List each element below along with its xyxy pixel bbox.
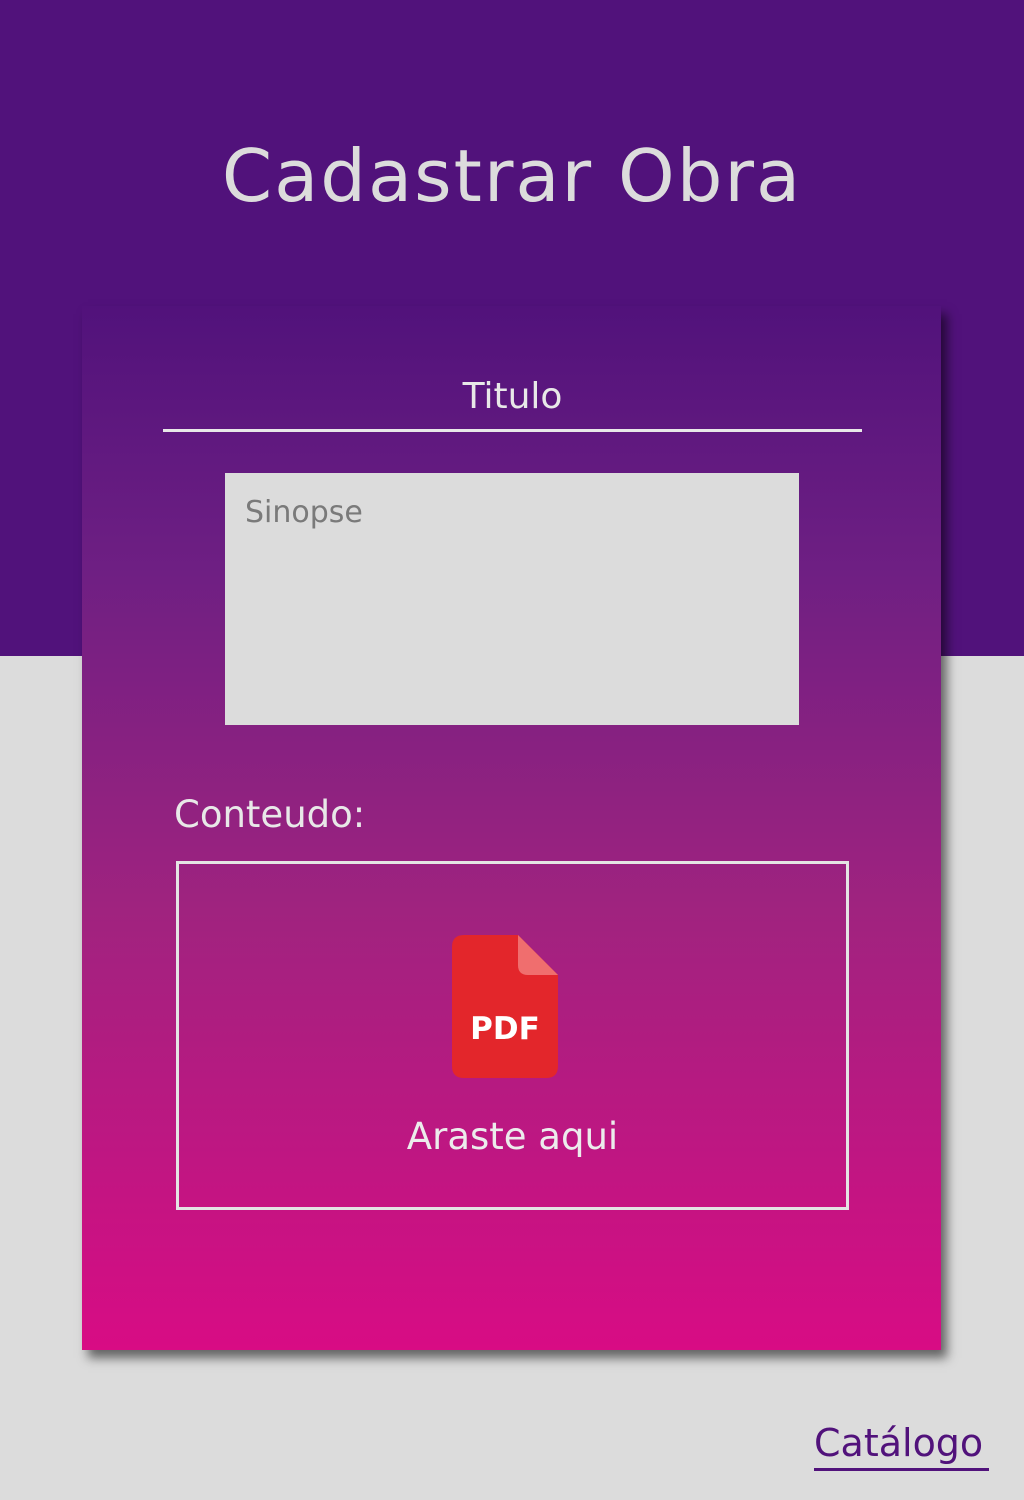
pdf-dropzone[interactable]: PDF Araste aqui xyxy=(176,861,849,1210)
register-form-card: Conteudo: PDF Araste aqui xyxy=(82,306,941,1350)
content-label: Conteudo: xyxy=(174,793,366,836)
title-input[interactable] xyxy=(163,364,862,432)
synopsis-textarea[interactable] xyxy=(225,473,799,725)
catalog-link[interactable]: Catálogo xyxy=(814,1418,990,1471)
pdf-icon-text: PDF xyxy=(470,1011,540,1047)
page-title: Cadastrar Obra xyxy=(221,134,803,218)
dropzone-label: Araste aqui xyxy=(406,1115,619,1158)
pdf-file-icon: PDF xyxy=(452,935,558,1078)
